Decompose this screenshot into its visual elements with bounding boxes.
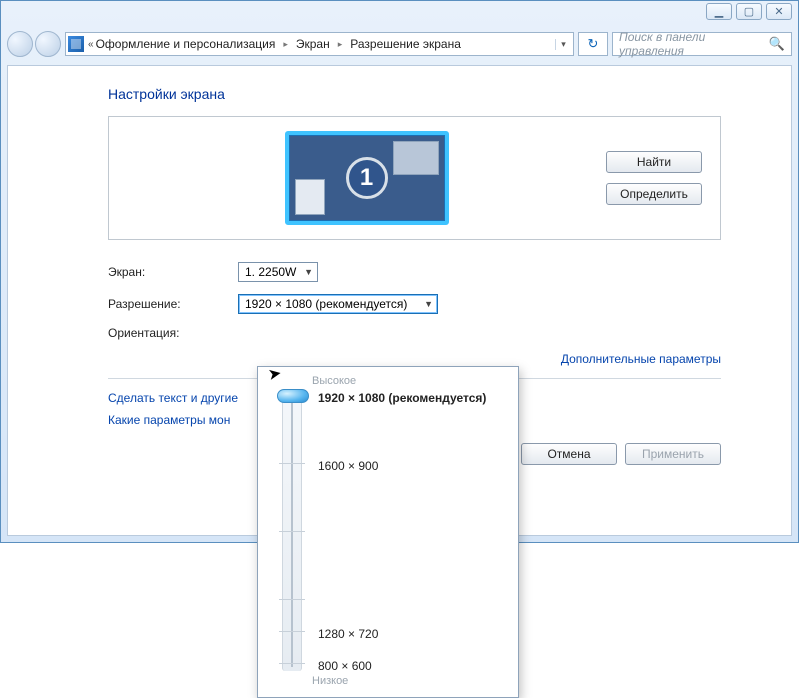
chevron-right-icon: ▸ <box>283 39 288 50</box>
minimize-button[interactable]: ▁ <box>706 3 732 20</box>
chevron-down-icon: ▼ <box>424 299 433 309</box>
history-chevron-icon[interactable]: « <box>88 39 94 50</box>
monitor-preview-panel: 1 Найти Определить <box>108 116 721 240</box>
search-placeholder: Поиск в панели управления <box>619 30 769 58</box>
monitor-preview[interactable]: 1 <box>285 131 449 225</box>
resolution-option[interactable]: 1600 × 900 <box>318 459 378 473</box>
page-title: Настройки экрана <box>108 86 721 102</box>
control-panel-window: ▁ ▢ ✕ « Оформление и персонализация ▸ Эк… <box>0 0 799 543</box>
nav-forward-button[interactable] <box>35 31 61 57</box>
breadcrumb: Оформление и персонализация ▸ Экран ▸ Ра… <box>96 37 555 51</box>
apply-button[interactable]: Применить <box>625 443 721 465</box>
window-controls: ▁ ▢ ✕ <box>706 3 792 20</box>
control-panel-icon <box>68 36 84 52</box>
resolution-option[interactable]: 800 × 600 <box>318 659 372 673</box>
content-area: Настройки экрана 1 Найти Определить Экра… <box>7 65 792 536</box>
window-thumbnail-icon <box>295 179 325 215</box>
search-icon: 🔍 <box>769 36 785 52</box>
screen-value: 1. 2250W <box>245 265 296 279</box>
field-label-screen: Экран: <box>108 265 238 279</box>
screen-combo[interactable]: 1. 2250W ▼ <box>238 262 318 282</box>
search-input[interactable]: Поиск в панели управления 🔍 <box>612 32 792 56</box>
close-button[interactable]: ✕ <box>766 3 792 20</box>
maximize-button[interactable]: ▢ <box>736 3 762 20</box>
address-dropdown-icon[interactable]: ▾ <box>555 39 571 50</box>
slider-high-label: Высокое <box>312 375 508 387</box>
monitor-number-badge: 1 <box>346 157 388 199</box>
breadcrumb-item[interactable]: Экран <box>296 37 330 51</box>
resolution-option[interactable]: 1920 × 1080 (рекомендуется) <box>318 391 486 405</box>
window-thumbnail-icon <box>393 141 439 175</box>
resolution-slider[interactable] <box>282 391 302 671</box>
cancel-button[interactable]: Отмена <box>521 443 617 465</box>
refresh-button[interactable]: ↻ <box>578 32 608 56</box>
resolution-combo[interactable]: 1920 × 1080 (рекомендуется) ▼ <box>238 294 438 314</box>
breadcrumb-item[interactable]: Разрешение экрана <box>350 37 461 51</box>
field-label-orientation: Ориентация: <box>108 326 238 340</box>
breadcrumb-item[interactable]: Оформление и персонализация <box>96 37 276 51</box>
chevron-down-icon: ▼ <box>304 267 313 277</box>
resolution-dropdown-popup: Высокое 1920 × 1080 (рекомендуется) 1600… <box>257 366 519 698</box>
navigation-bar: « Оформление и персонализация ▸ Экран ▸ … <box>7 29 792 59</box>
address-bar[interactable]: « Оформление и персонализация ▸ Экран ▸ … <box>65 32 574 56</box>
resolution-option[interactable]: 1280 × 720 <box>318 627 378 641</box>
field-label-resolution: Разрешение: <box>108 297 238 311</box>
identify-button[interactable]: Определить <box>606 183 702 205</box>
advanced-settings-link[interactable]: Дополнительные параметры <box>108 352 721 366</box>
nav-back-button[interactable] <box>7 31 33 57</box>
slider-low-label: Низкое <box>312 675 508 687</box>
refresh-icon: ↻ <box>588 36 599 52</box>
slider-thumb[interactable] <box>277 389 309 403</box>
chevron-right-icon: ▸ <box>338 39 343 50</box>
find-button[interactable]: Найти <box>606 151 702 173</box>
resolution-value: 1920 × 1080 (рекомендуется) <box>245 297 407 311</box>
